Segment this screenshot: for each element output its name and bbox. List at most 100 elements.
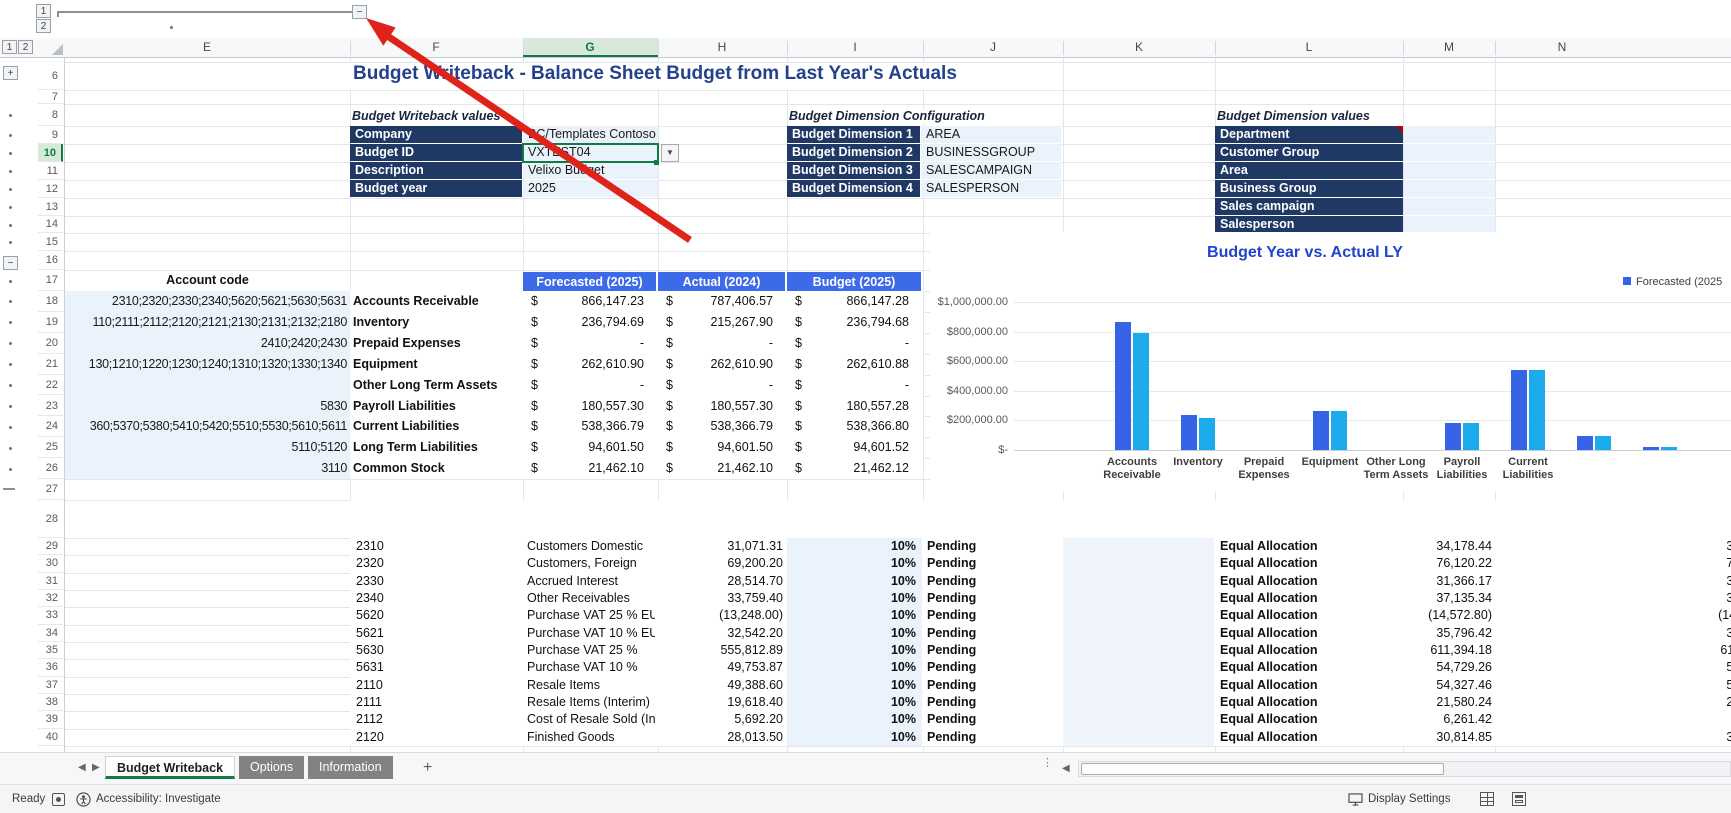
row-header-6[interactable]: 6	[38, 62, 63, 90]
column-header-N[interactable]: N	[1558, 38, 1567, 57]
wt-status[interactable]: Pending	[927, 677, 976, 694]
balance-account-codes[interactable]: 110;2111;2112;2120;2121;2130;2131;2132;2…	[65, 312, 347, 333]
dimension-values-label[interactable]: Sales campaign	[1215, 198, 1403, 215]
bar-forecasted[interactable]	[1643, 447, 1659, 450]
balance-account-codes[interactable]: 2410;2420;2430	[65, 333, 347, 354]
dimension-values-value[interactable]	[1404, 198, 1495, 215]
wt-prior[interactable]: 49,388.60	[658, 677, 783, 694]
wt-amount[interactable]: 21,580.24	[1403, 694, 1492, 711]
row-header-9[interactable]: 9	[38, 126, 63, 144]
row-header-15[interactable]: 15	[38, 233, 63, 251]
dimension-config-label[interactable]: Budget Dimension 2	[787, 144, 920, 161]
page-title[interactable]: Budget Writeback - Balance Sheet Budget …	[353, 63, 1053, 89]
row-header-34[interactable]: 34	[38, 625, 63, 642]
wt-description[interactable]: Purchase VAT 10 %	[527, 659, 655, 676]
wt-amount[interactable]: 35,796.42	[1403, 625, 1492, 642]
wt-increase-cell[interactable]: 10%	[787, 659, 922, 676]
column-header-J[interactable]: J	[990, 38, 996, 57]
balance-account-name[interactable]: Long Term Liabilities	[353, 437, 521, 458]
selection-fill-handle[interactable]	[654, 160, 659, 165]
wt-increase-cell[interactable]: 10%	[787, 607, 922, 624]
wt-amount[interactable]: (14,572.80)	[1403, 607, 1492, 624]
row-header-25[interactable]: 25	[38, 437, 63, 458]
column-header-L[interactable]: L	[1306, 38, 1313, 57]
wt-increase-cell[interactable]: 10%	[787, 694, 922, 711]
tab-scroll-left-icon[interactable]: ◀	[78, 762, 86, 773]
accessibility-status-label[interactable]: Accessibility: Investigate	[96, 785, 221, 813]
wt-allocation[interactable]: Equal Allocation	[1220, 659, 1317, 676]
dimension-config-label[interactable]: Budget Dimension 1	[787, 126, 920, 143]
sheet-tab-budget-writeback[interactable]: Budget Writeback	[105, 756, 235, 779]
row-header-39[interactable]: 39	[38, 711, 63, 728]
bar-actual[interactable]	[1595, 436, 1611, 450]
wt-line-description-cell[interactable]	[1063, 659, 1214, 676]
bar-forecasted[interactable]	[1115, 322, 1131, 450]
balance-account-codes[interactable]: 3110	[65, 458, 347, 479]
balance-col-header[interactable]: Actual (2024)	[658, 272, 785, 292]
wt-description[interactable]: Purchase VAT 25 % EU	[527, 607, 655, 624]
wt-allocation[interactable]: Equal Allocation	[1220, 642, 1317, 659]
wt-allocation[interactable]: Equal Allocation	[1220, 694, 1317, 711]
wt-amount[interactable]: 54,327.46	[1403, 677, 1492, 694]
bar-actual[interactable]	[1661, 447, 1677, 450]
wt-allocation[interactable]: Equal Allocation	[1220, 711, 1317, 728]
wt-status[interactable]: Pending	[927, 694, 976, 711]
hscroll-left-arrow-icon[interactable]: ◀	[1062, 763, 1070, 774]
dimension-values-value[interactable]	[1404, 144, 1495, 161]
wt-increase-cell[interactable]: 10%	[787, 677, 922, 694]
sheet-tab-options[interactable]: Options	[239, 756, 304, 779]
column-headers[interactable]: EFGHIJKLMN	[65, 38, 1731, 58]
wt-amount[interactable]: 30,814.85	[1403, 729, 1492, 746]
wt-account[interactable]: 5620	[356, 607, 384, 624]
row-header-30[interactable]: 30	[38, 555, 63, 572]
bar-forecasted[interactable]	[1577, 436, 1593, 450]
wt-account[interactable]: 2111	[356, 694, 382, 711]
column-header-F[interactable]: F	[432, 38, 439, 57]
wt-allocation[interactable]: Equal Allocation	[1220, 607, 1317, 624]
dimension-values-value[interactable]	[1404, 180, 1495, 197]
wt-account[interactable]: 5621	[356, 625, 384, 642]
wt-amount[interactable]: 6,261.42	[1403, 711, 1492, 728]
balance-account-name[interactable]: Equipment	[353, 354, 521, 375]
wt-distributed[interactable]: 54,729.26	[1495, 659, 1731, 676]
dimension-config-label[interactable]: Budget Dimension 4	[787, 180, 920, 197]
balance-budget-value[interactable]: 262,610.88	[787, 354, 909, 375]
wt-allocation[interactable]: Equal Allocation	[1220, 573, 1317, 590]
writeback-values-value[interactable]: 2025	[523, 180, 658, 197]
bar-actual[interactable]	[1463, 423, 1479, 450]
balance-forecasted-value[interactable]: 866,147.23	[523, 291, 644, 312]
column-header-E[interactable]: E	[203, 38, 211, 57]
wt-increase-cell[interactable]: 10%	[787, 625, 922, 642]
tab-scroll-right-icon[interactable]: ▶	[92, 762, 100, 773]
column-header-K[interactable]: K	[1135, 38, 1143, 57]
wt-amount[interactable]: 34,178.44	[1403, 538, 1492, 555]
balance-account-name[interactable]: Other Long Term Assets	[353, 375, 521, 396]
wt-prior[interactable]: 49,753.87	[658, 659, 783, 676]
dimension-config-value[interactable]: AREA	[921, 126, 1061, 143]
wt-prior[interactable]: 32,542.20	[658, 625, 783, 642]
row-header-29[interactable]: 29	[38, 538, 63, 555]
wt-line-description-cell[interactable]	[1063, 694, 1214, 711]
wt-account[interactable]: 2112	[356, 711, 383, 728]
wt-prior[interactable]: 31,071.31	[658, 538, 783, 555]
dropdown-button[interactable]: ▼	[661, 144, 679, 162]
bar-forecasted[interactable]	[1313, 411, 1329, 450]
wt-status[interactable]: Pending	[927, 659, 976, 676]
balance-forecasted-value[interactable]: 262,610.90	[523, 354, 644, 375]
balance-col-header[interactable]: Budget (2025)	[787, 272, 921, 292]
row-header-19[interactable]: 19	[38, 312, 63, 333]
column-header-I[interactable]: I	[853, 38, 856, 57]
balance-budget-value[interactable]: 866,147.28	[787, 291, 909, 312]
row-header-13[interactable]: 13	[38, 198, 63, 216]
wt-description[interactable]: Purchase VAT 10 % EU	[527, 625, 655, 642]
wt-account[interactable]: 2330	[356, 573, 384, 590]
balance-actual-value[interactable]: 21,462.10	[658, 458, 773, 479]
balance-col-header[interactable]: Forecasted (2025)	[523, 272, 656, 292]
wt-allocation[interactable]: Equal Allocation	[1220, 555, 1317, 572]
writeback-values-label[interactable]: Budget ID	[350, 144, 522, 161]
wt-prior[interactable]: 555,812.89	[658, 642, 783, 659]
balance-forecasted-value[interactable]: 180,557.30	[523, 396, 644, 417]
row-group-collapse-button[interactable]: −	[3, 256, 18, 270]
wt-status[interactable]: Pending	[927, 642, 976, 659]
dimension-values-label[interactable]: Salesperson	[1215, 216, 1403, 233]
